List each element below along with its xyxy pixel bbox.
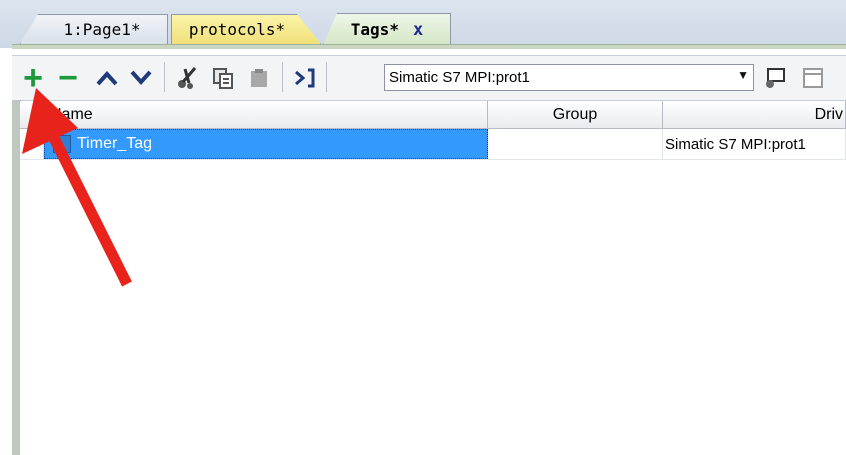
tab-protocols-label: protocols* [188,20,286,39]
toolbar-separator [282,62,283,92]
tag-name-cell[interactable]: Timer_Tag [44,129,488,159]
chevron-up-icon [96,71,118,86]
column-header-driver-label: Driv [814,105,843,123]
dropdown-arrow-icon[interactable]: ▼ [737,68,749,82]
chevron-down-icon [130,70,152,85]
column-header-group-label: Group [552,105,598,123]
column-header-group[interactable]: Group [488,101,663,129]
address-icon [766,68,785,88]
toolbar-separator [326,62,327,92]
column-header-name[interactable]: Name [44,101,488,129]
import-button[interactable] [290,60,320,96]
tags-toolbar: + − Simatic S7 MPI:prot1 ▼ [12,55,846,101]
tag-driver-value: Simatic S7 MPI:prot1 [665,135,806,153]
address-button[interactable] [760,60,790,96]
document-tab-strip: 1:Page1* protocols* Tags* x [0,0,846,49]
scissors-icon [178,67,197,89]
tag-group-cell[interactable] [488,129,663,159]
column-header-name-label: Name [50,105,93,123]
tab-tags-label: Tags* [350,20,399,39]
add-tag-button[interactable]: + [18,60,48,96]
row-expander[interactable]: ▶ [20,129,44,159]
tab-protocols[interactable]: protocols* [171,14,321,44]
tabstrip-divider [12,44,846,49]
protocol-select-value: Simatic S7 MPI:prot1 [389,69,530,86]
toolbar-separator [164,62,165,92]
window-icon [803,68,823,88]
remove-tag-button[interactable]: − [52,60,84,96]
tab-page1-label: 1:Page1* [63,20,141,39]
cut-button[interactable] [172,60,202,96]
move-down-button[interactable] [126,60,156,96]
row-header-corner [20,101,44,129]
protocol-select[interactable]: Simatic S7 MPI:prot1 ▼ [384,64,754,91]
tags-table: Name Group Driv ▶ Timer_Tag Simatic S7 M… [20,101,846,455]
tag-driver-cell[interactable]: Simatic S7 MPI:prot1 [663,129,846,159]
goto-icon [295,68,315,88]
close-icon[interactable]: x [413,20,423,40]
view-button[interactable] [798,60,828,96]
expand-arrow-icon[interactable]: ▶ [28,139,36,150]
column-header-driver[interactable]: Driv [663,101,846,129]
paste-icon [251,69,267,87]
copy-button[interactable] [208,60,238,96]
plus-icon: + [23,59,43,97]
table-row[interactable]: ▶ Timer_Tag Simatic S7 MPI:prot1 [20,129,846,160]
tag-name-value: Timer_Tag [77,135,152,152]
copy-icon [213,68,233,89]
minus-icon: − [58,59,78,97]
paste-button[interactable] [244,60,274,96]
tab-page1[interactable]: 1:Page1* [20,14,168,44]
move-up-button[interactable] [92,60,122,96]
tag-icon [53,135,71,153]
tab-tags[interactable]: Tags* x [323,13,451,45]
